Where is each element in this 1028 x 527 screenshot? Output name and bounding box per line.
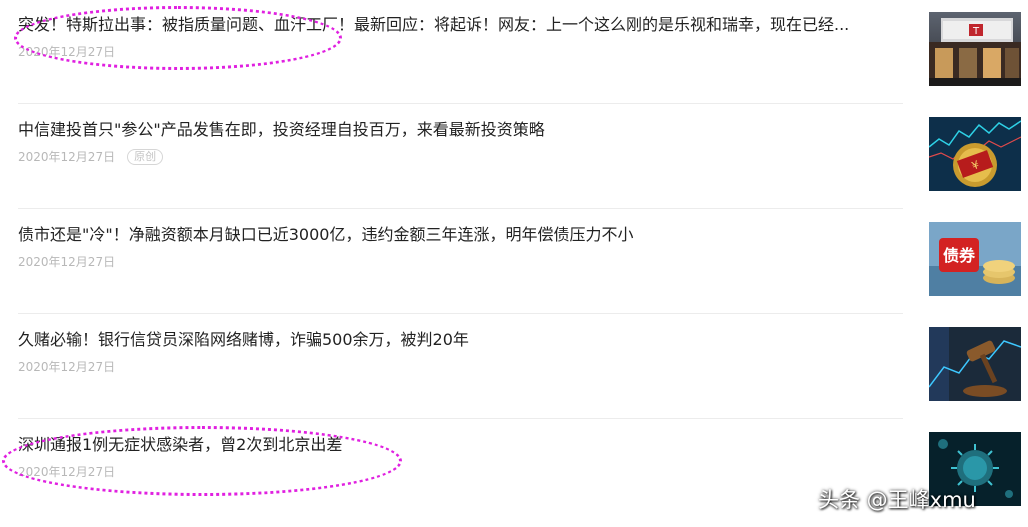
list-item[interactable]: 久赌必输！银行信贷员深陷网络赌博，诈骗500余万，被判20年 2020年12月2… xyxy=(0,315,1028,420)
publish-date: 2020年12月27日 xyxy=(18,465,116,479)
news-meta: 2020年12月27日 xyxy=(18,253,115,271)
original-badge: 原创 xyxy=(127,149,164,165)
news-meta: 2020年12月27日 xyxy=(18,43,115,61)
tesla-store-thumbnail[interactable]: T xyxy=(929,12,1021,86)
news-title[interactable]: 久赌必输！银行信贷员深陷网络赌博，诈骗500余万，被判20年 xyxy=(18,329,908,351)
divider xyxy=(18,103,903,104)
divider xyxy=(18,313,903,314)
list-item[interactable]: 中信建投首只"参公"产品发售在即，投资经理自投百万，来看最新投资策略 2020年… xyxy=(0,105,1028,210)
publish-date: 2020年12月27日 xyxy=(18,360,116,374)
news-title[interactable]: 债市还是"冷"！净融资额本月缺口已近3000亿，违约金额三年连涨，明年偿债压力不… xyxy=(18,224,908,246)
news-list: 突发！特斯拉出事：被指质量问题、血汗工厂！最新回应：将起诉！网友：上一个这么刚的… xyxy=(0,0,1028,527)
news-meta: 2020年12月27日 xyxy=(18,358,115,376)
bond-label: 债券 xyxy=(943,246,976,265)
news-title[interactable]: 中信建投首只"参公"产品发售在即，投资经理自投百万，来看最新投资策略 xyxy=(18,119,908,141)
news-title[interactable]: 深圳通报1例无症状感染者，曾2次到北京出差 xyxy=(18,434,908,456)
news-title[interactable]: 突发！特斯拉出事：被指质量问题、血汗工厂！最新回应：将起诉！网友：上一个这么刚的… xyxy=(18,14,908,36)
bond-thumbnail[interactable]: 债券 xyxy=(929,222,1021,296)
divider xyxy=(18,208,903,209)
gavel-thumbnail[interactable] xyxy=(929,327,1021,401)
list-item[interactable]: 债市还是"冷"！净融资额本月缺口已近3000亿，违约金额三年连涨，明年偿债压力不… xyxy=(0,210,1028,315)
news-meta: 2020年12月27日 原创 xyxy=(18,148,164,166)
publish-date: 2020年12月27日 xyxy=(18,45,116,59)
svg-text:T: T xyxy=(972,26,980,37)
publish-date: 2020年12月27日 xyxy=(18,150,116,164)
news-meta: 2020年12月27日 xyxy=(18,463,115,481)
publish-date: 2020年12月27日 xyxy=(18,255,116,269)
list-item[interactable]: 突发！特斯拉出事：被指质量问题、血汗工厂！最新回应：将起诉！网友：上一个这么刚的… xyxy=(0,0,1028,105)
divider xyxy=(18,418,903,419)
watermark: 头条 @王峰xmu xyxy=(818,488,976,512)
fund-coins-thumbnail[interactable]: ¥ xyxy=(929,117,1021,191)
